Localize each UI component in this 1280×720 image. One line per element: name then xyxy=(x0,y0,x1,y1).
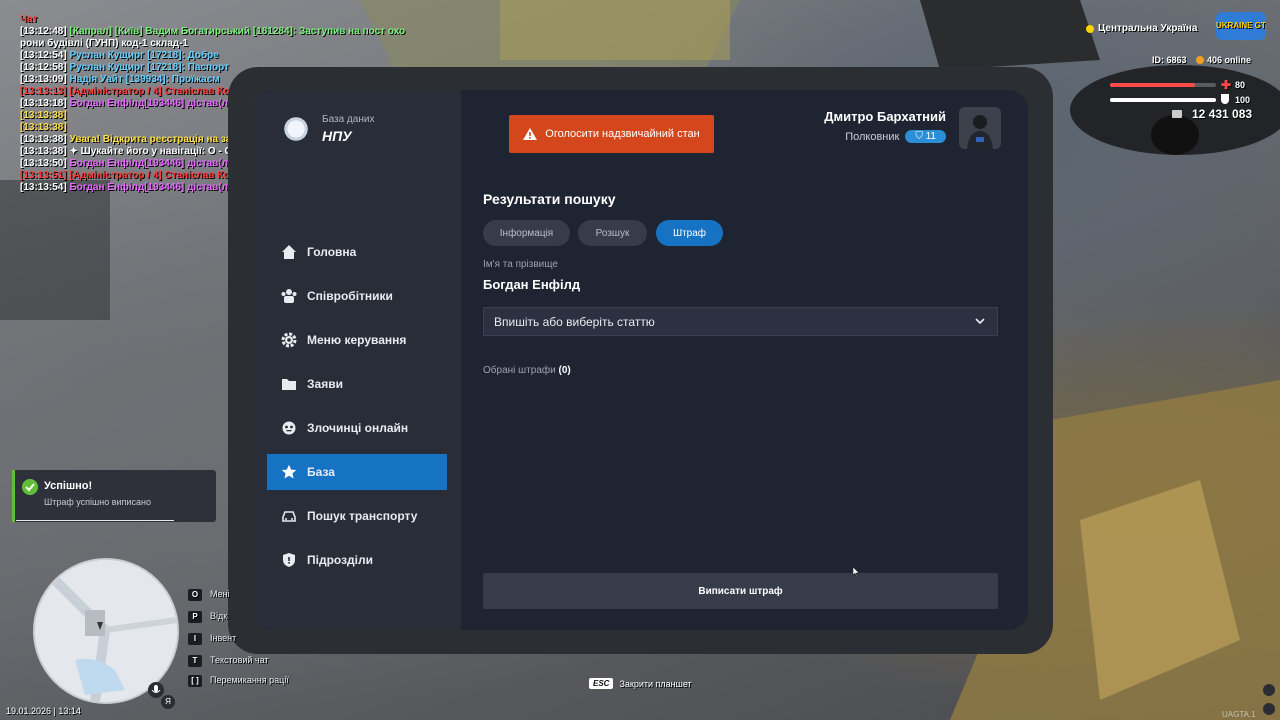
mouse-cursor-icon xyxy=(853,567,859,576)
esc-key: ESC xyxy=(589,678,614,689)
armor-icon xyxy=(1221,94,1229,104)
hint-open: P Відк xyxy=(188,611,227,625)
health-bar xyxy=(1110,83,1216,87)
chevron-down-icon xyxy=(975,318,985,325)
tab-wanted[interactable]: Розшук xyxy=(578,220,647,246)
user-name: Дмитро Бархатний xyxy=(824,109,946,124)
chat-line: рони будівлі (ГУНП) код-1 склад-1 xyxy=(20,38,189,49)
person-name: Богдан Енфілд xyxy=(483,277,581,292)
sidebar-item-label: Співробітники xyxy=(307,289,393,303)
hint-text-chat: T Текстовий чат xyxy=(188,655,269,669)
sidebar-item-label: Злочинці онлайн xyxy=(307,421,409,435)
sidebar-item-label: База xyxy=(307,465,335,479)
health-icon: ✚ xyxy=(1221,78,1232,92)
player-id: ID: 6863 xyxy=(1152,55,1187,65)
home-icon xyxy=(282,245,296,259)
article-select[interactable]: Впишіть або виберіть статтю xyxy=(483,307,998,336)
check-icon xyxy=(22,479,38,495)
tablet-screen: Результати пошуку Інформація Розшук Штра… xyxy=(253,90,1028,630)
sidebar-item-label: Головна xyxy=(307,245,357,259)
esc-label: Закрити планшет xyxy=(619,678,692,689)
sidebar-item-label: Меню керування xyxy=(307,333,407,347)
sidebar-item-label: Заяви xyxy=(307,377,343,391)
gear-icon xyxy=(281,332,297,348)
armor-bar xyxy=(1110,98,1216,102)
server-logo: UKRAINE GTA xyxy=(1216,12,1266,40)
sidebar-item-vehicle-search[interactable]: Пошук транспорту xyxy=(267,498,447,534)
location-icon xyxy=(1263,703,1275,715)
chat-header: Чат xyxy=(20,14,38,25)
datetime: 19.01.2026 | 13:14 xyxy=(6,706,81,716)
money-value: 12 431 083 xyxy=(1192,107,1253,121)
rank-badge: ⛉ 11 xyxy=(905,130,946,143)
minimap-image xyxy=(35,560,177,702)
rank-shield-icon: ⛉ xyxy=(915,131,923,142)
sidebar-item-label: Підрозділи xyxy=(307,553,373,567)
money-icon xyxy=(1172,110,1182,118)
emergency-label: Оголосити надзвичайний стан xyxy=(545,128,700,140)
warning-icon xyxy=(523,128,538,140)
toast-accent xyxy=(12,470,15,522)
sidebar-item-employees[interactable]: Співробітники xyxy=(267,278,447,314)
health-fill xyxy=(1110,83,1195,87)
issue-fine-button[interactable]: Виписати штраф xyxy=(483,573,998,609)
chat-line: [13:12:54] Руслан Кущирг [17218]: Добре xyxy=(20,50,219,61)
sidebar-item-criminals-online[interactable]: Злочинці онлайн xyxy=(267,410,447,446)
sidebar-item-applications[interactable]: Заяви xyxy=(267,366,447,402)
toast-title: Успішно! xyxy=(44,480,93,492)
armor-value: 100 xyxy=(1235,95,1251,105)
user-rank: Полковник ⛉ 11 xyxy=(845,130,946,143)
brand-subtitle: База даних xyxy=(322,114,375,125)
coin-icon xyxy=(1196,56,1204,64)
hud: Центральна Україна UKRAINE GTA ID: 6863 … xyxy=(1060,10,1280,125)
online-count: 406 online xyxy=(1207,55,1252,65)
avatar xyxy=(959,107,1001,149)
sidebar-item-control-menu[interactable]: Меню керування xyxy=(267,322,447,358)
car-icon xyxy=(282,511,296,522)
close-tablet-hint: ESC Закрити планшет xyxy=(589,678,692,689)
region-label: Центральна Україна xyxy=(1098,23,1198,34)
health-value: 80 xyxy=(1235,80,1246,90)
armor-fill xyxy=(1110,98,1216,102)
mask-icon xyxy=(282,421,296,435)
main-panel: Результати пошуку Інформація Розшук Штра… xyxy=(461,90,1028,630)
toast-text: Штраф успішно виписано xyxy=(44,497,151,507)
rank-label: Полковник xyxy=(845,130,900,143)
people-icon xyxy=(281,289,297,303)
sidebar-item-database[interactable]: База xyxy=(267,454,447,490)
microphone-icon[interactable] xyxy=(148,682,164,698)
tab-info[interactable]: Інформація xyxy=(483,220,570,246)
avatar-image xyxy=(959,107,1001,149)
page-title: Результати пошуку xyxy=(483,191,616,207)
hint-inventory: I Інвент xyxy=(188,633,236,647)
region-icon xyxy=(1086,25,1094,33)
microphone-status-icon xyxy=(1263,684,1275,696)
name-label: Ім'я та прізвище xyxy=(483,259,558,270)
success-toast: Успішно! Штраф успішно виписано xyxy=(12,470,216,522)
sidebar-item-home[interactable]: Головна xyxy=(267,234,447,270)
sidebar-item-divisions[interactable]: Підрозділи xyxy=(267,542,447,578)
emergency-button[interactable]: Оголосити надзвичайний стан xyxy=(509,115,714,153)
hint-menu: O Мені xyxy=(188,589,230,603)
shield-icon xyxy=(283,553,295,567)
brand-title: НПУ xyxy=(322,128,352,144)
article-select-value: Впишіть або виберіть статтю xyxy=(494,314,655,329)
chat-line: [13:12:48] [Капрал] [Київ] Вадим Богатир… xyxy=(20,26,406,37)
star-icon xyxy=(281,464,297,479)
chosen-count: (0) xyxy=(558,365,571,376)
hint-radio-switch: [ ] Перемикання рації xyxy=(188,675,289,689)
sidebar-item-label: Пошук транспорту xyxy=(307,509,418,523)
brand: База даних НПУ xyxy=(281,112,401,148)
folder-icon xyxy=(282,379,296,390)
language-indicator: Я xyxy=(161,695,175,709)
tab-fine[interactable]: Штраф xyxy=(656,220,723,246)
watermark: UAGTA.1 xyxy=(1222,710,1256,719)
chosen-fines: Обрані штрафи (0) xyxy=(483,365,571,376)
police-emblem-icon xyxy=(281,114,311,144)
toast-progress xyxy=(16,520,174,521)
